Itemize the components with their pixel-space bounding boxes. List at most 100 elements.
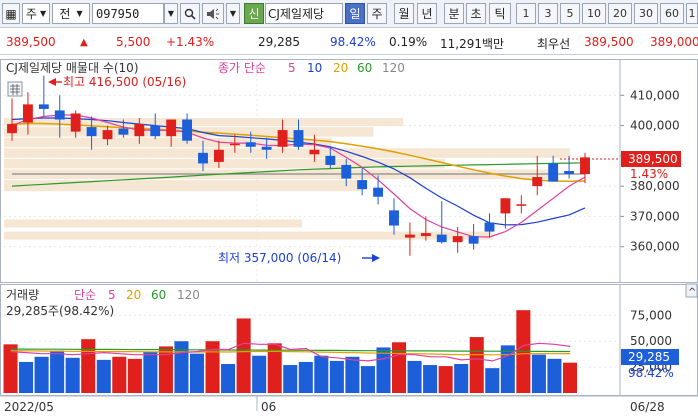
ma-legend-20: 20 — [333, 61, 348, 75]
candle-body — [293, 130, 304, 147]
volume-bar — [298, 361, 313, 393]
grid-icon[interactable]: ▦ — [2, 3, 20, 24]
interval-button-5[interactable]: 5 — [560, 3, 580, 24]
candle-body — [7, 124, 17, 134]
interval-button-more[interactable]: 1 — [686, 3, 698, 24]
candle-body — [182, 119, 193, 141]
volume-bar — [407, 360, 422, 393]
price-tick-label: 410,000 — [630, 88, 680, 102]
candle-body — [134, 124, 145, 137]
candle-body — [468, 236, 479, 244]
volume-bar — [143, 351, 158, 393]
candle-body — [500, 198, 511, 214]
low-annotation: 최저 357,000 (06/14) — [218, 251, 341, 265]
speaker-icon[interactable] — [202, 3, 224, 24]
interval-button-1[interactable]: 1 — [516, 3, 536, 24]
volume-profile-band — [4, 219, 302, 228]
volume-title: 거래량 — [6, 288, 39, 302]
volume-bar — [438, 366, 453, 393]
ma-legend-10: 10 — [307, 61, 322, 75]
candle-body — [389, 210, 399, 226]
volume-bar — [562, 362, 577, 393]
stock-chart[interactable]: 410,000400,000390,000380,000370,000360,0… — [0, 55, 698, 416]
current-change-tag-label: 1.43% — [630, 167, 668, 181]
volume-tick-label: 50,000 — [630, 334, 672, 348]
volume-bar — [392, 342, 407, 393]
price-tick-label: 400,000 — [630, 119, 680, 133]
candle-body — [357, 180, 368, 190]
stock-code-input[interactable]: 097950 — [92, 3, 164, 24]
code-dropdown-chevron-icon[interactable]: ▼ — [164, 3, 178, 24]
chevron-down-icon: ▼ — [39, 9, 47, 18]
volume-bar — [345, 356, 360, 393]
volume-bar — [96, 359, 111, 393]
volume-profile-band — [4, 231, 493, 240]
market-select[interactable]: 주 ▼ — [22, 3, 50, 24]
volume-ma-legend-5: 5 — [108, 288, 116, 302]
interval-button-3[interactable]: 3 — [538, 3, 558, 24]
candle-body — [309, 149, 320, 155]
current-price: 389,500 — [6, 35, 56, 49]
volume-bar — [19, 361, 34, 393]
volume-bar — [112, 356, 127, 393]
period-tab-week[interactable]: 주 — [367, 3, 387, 24]
volume-ma-legend-20: 20 — [126, 288, 141, 302]
volume-current-label: 29,285주(98.42%) — [6, 304, 114, 318]
interval-button-30[interactable]: 30 — [634, 3, 658, 24]
candle-body — [325, 155, 336, 165]
market-select-label: 주 — [25, 7, 37, 21]
candle-body — [436, 234, 447, 243]
ma-legend-label: 종가 단순 — [218, 61, 266, 75]
period-tab-month[interactable]: 월 — [394, 3, 414, 24]
interval-button-10[interactable]: 10 — [582, 3, 606, 24]
candle-body — [341, 164, 352, 179]
best-ask-price-2: 389,000 — [650, 35, 698, 49]
volume-bar — [531, 354, 546, 393]
volume-bar — [283, 365, 298, 393]
period-tab-year[interactable]: 년 — [417, 3, 437, 24]
candle-body — [22, 104, 33, 123]
period-tab-tick[interactable]: 틱 — [489, 3, 511, 24]
chart-title: CJ제일제당 매물대 수(10) — [6, 61, 139, 75]
price-tick-label: 370,000 — [630, 209, 680, 223]
price-tick-label: 360,000 — [630, 240, 680, 254]
volume-bar — [314, 355, 329, 393]
quote-bar: 389,500 ▲ 5,500 +1.43% 29,285 98.42% 0.1… — [0, 28, 698, 55]
search-icon[interactable] — [180, 3, 200, 24]
volume-bar — [469, 337, 484, 393]
volume-bar — [376, 347, 391, 393]
volume-ma-legend-120: 120 — [177, 288, 200, 302]
volume-ma-legend-60: 60 — [151, 288, 166, 302]
interval-button-60[interactable]: 60 — [660, 3, 684, 24]
volume-bar — [252, 355, 267, 393]
candle-body — [516, 204, 527, 206]
period-tab-day[interactable]: 일 — [345, 3, 365, 24]
speaker-dropdown-chevron-icon[interactable]: ▼ — [226, 3, 240, 24]
stock-name-field[interactable]: CJ제일제당 — [265, 3, 343, 24]
volume-tick-label: 75,000 — [630, 308, 672, 322]
trade-amount: 11,291백만 — [440, 37, 505, 51]
candle-body — [245, 142, 256, 147]
candle-body — [166, 119, 177, 137]
volume-bar — [127, 358, 142, 393]
volume-value: 29,285 — [258, 35, 300, 49]
candle-body — [277, 130, 288, 147]
candle-body — [198, 152, 208, 164]
candle-body — [532, 177, 543, 187]
candle-body — [102, 130, 113, 140]
candle-body — [404, 234, 415, 238]
interval-button-20[interactable]: 20 — [608, 3, 632, 24]
new-stock-button[interactable]: 신 — [244, 3, 264, 24]
period-tab-minute[interactable]: 분 — [444, 3, 464, 24]
volume-ratio: 98.42% — [330, 35, 376, 49]
candle-body — [118, 128, 129, 135]
ma-legend-60: 60 — [357, 61, 372, 75]
volume-bar — [454, 364, 469, 393]
candle-body — [484, 222, 495, 232]
volume-bar — [485, 368, 500, 393]
code-type-select[interactable]: 전 ▼ — [52, 3, 90, 24]
date-label-end: 06/28 — [630, 400, 665, 414]
volume-bar — [547, 358, 562, 393]
candle-body — [229, 143, 240, 146]
period-tab-second[interactable]: 초 — [466, 3, 486, 24]
